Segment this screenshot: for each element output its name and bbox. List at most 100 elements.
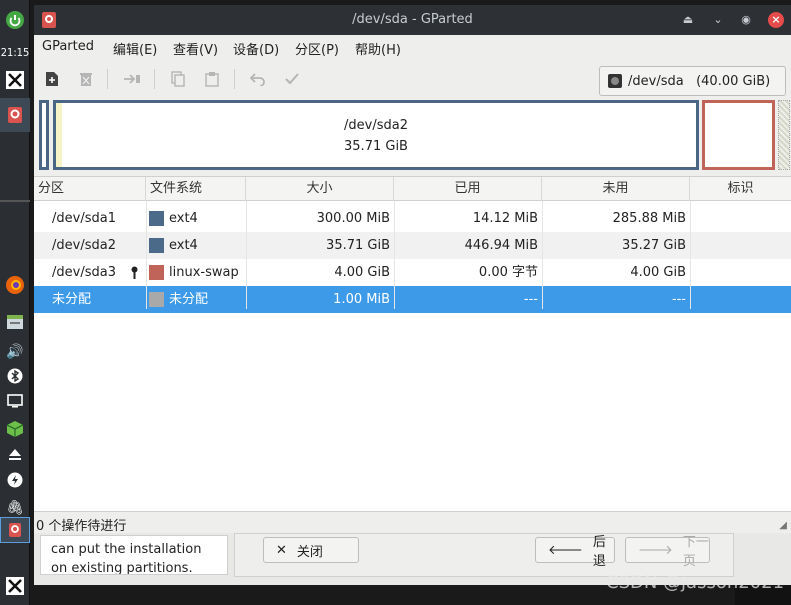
menu-help[interactable]: 帮助(H) [355, 39, 401, 58]
filesystem-color-swatch [149, 211, 164, 226]
partition-block-sda1[interactable] [39, 100, 49, 170]
table-row-selected[interactable]: 未分配 未分配 1.00 MiB --- --- [34, 286, 791, 313]
cell-unused: 35.27 GiB [622, 238, 686, 253]
power-manager-icon[interactable] [0, 472, 30, 488]
maximize-icon[interactable]: ◉ [738, 12, 754, 28]
installer-button-pane: ✕ 关闭 🡐 后退 🡒 下一页 [234, 533, 734, 577]
x-app-bottom-icon[interactable] [0, 576, 30, 596]
column-divider [394, 201, 395, 309]
filesystem-color-swatch [149, 238, 164, 253]
display-icon[interactable] [0, 394, 30, 408]
clip-icon[interactable]: 🖇 [0, 498, 30, 518]
eject-icon[interactable] [0, 446, 30, 462]
title-bar[interactable]: /dev/sda - GParted ⏏ ⌄ ◉ × [34, 5, 791, 35]
column-header-filesystem[interactable]: 文件系统 [146, 177, 246, 201]
undo-icon[interactable] [246, 68, 270, 90]
toolbar-separator [107, 69, 108, 89]
cell-size: 35.71 GiB [326, 238, 390, 253]
firefox-icon[interactable] [0, 275, 30, 295]
minimize-icon[interactable]: ⏏ [680, 12, 696, 28]
close-window-button[interactable]: × [768, 12, 784, 28]
apply-icon[interactable] [280, 68, 304, 90]
partition-map: /dev/sda2 35.71 GiB [34, 98, 791, 176]
disk-icon [608, 74, 622, 88]
gparted-taskbar-icon[interactable] [0, 98, 30, 132]
cell-used: 0.00 字节 [478, 265, 538, 280]
cell-filesystem: linux-swap [169, 265, 239, 280]
column-header-unused[interactable]: 未用 [542, 177, 690, 201]
package-icon[interactable] [0, 420, 30, 438]
cell-partition: /dev/sda1 [52, 211, 116, 226]
column-header-flags[interactable]: 标识 [690, 177, 791, 201]
partition-table: 分区 文件系统 大小 已用 未用 标识 /dev/sda1 ext4 300.0… [34, 176, 791, 511]
installer-info-line: on existing partitions. [51, 561, 193, 575]
cell-partition: 未分配 [52, 292, 92, 307]
column-header-used[interactable]: 已用 [394, 177, 542, 201]
cell-unused: 4.00 GiB [630, 265, 686, 280]
cell-partition: /dev/sda3 [52, 265, 116, 280]
back-button[interactable]: 🡐 后退 [535, 535, 615, 569]
paste-icon[interactable] [200, 68, 224, 90]
partition-block-sda3[interactable] [702, 100, 775, 170]
menu-view[interactable]: 查看(V) [173, 39, 218, 58]
cell-size: 4.00 GiB [334, 265, 390, 280]
close-button[interactable]: ✕ 关闭 [263, 537, 359, 563]
bluetooth-icon[interactable] [0, 368, 30, 384]
close-button-label: 关闭 [296, 544, 323, 560]
column-divider [690, 201, 691, 309]
cell-filesystem: ext4 [169, 238, 198, 253]
table-row[interactable]: /dev/sda3 linux-swap 4.00 GiB 0.00 字节 4.… [34, 259, 791, 286]
watermark: CSDN @jasson2021 [606, 572, 785, 593]
menu-gparted[interactable]: GParted [42, 39, 94, 54]
taskbar: 21:15 🔊 🖇 [0, 0, 30, 605]
volume-icon[interactable]: 🔊 [0, 342, 30, 362]
gparted-active-icon[interactable] [0, 517, 30, 543]
cell-unused: --- [671, 292, 686, 307]
gparted-window: /dev/sda - GParted ⏏ ⌄ ◉ × GParted 编辑(E)… [34, 5, 791, 585]
cell-unused: 285.88 MiB [612, 211, 686, 226]
files-icon[interactable] [0, 313, 30, 331]
partition-block-size: 35.71 GiB [344, 139, 408, 154]
device-selector[interactable]: /dev/sda (40.00 GiB) [599, 66, 786, 96]
partition-block-label: /dev/sda2 [344, 118, 408, 133]
restore-icon[interactable]: ⌄ [710, 12, 726, 28]
filesystem-color-swatch [149, 265, 164, 280]
partition-block-unallocated[interactable] [778, 100, 790, 170]
menu-device[interactable]: 设备(D) [233, 39, 279, 58]
x-app-icon[interactable] [0, 70, 30, 90]
column-header-partition[interactable]: 分区 [34, 177, 146, 201]
menu-partition[interactable]: 分区(P) [295, 39, 339, 58]
back-arrow-icon: 🡐 [548, 543, 583, 558]
column-header-size[interactable]: 大小 [246, 177, 394, 201]
installer-info-line: can put the installation [51, 542, 202, 557]
table-row[interactable]: /dev/sda1 ext4 300.00 MiB 14.12 MiB 285.… [34, 205, 791, 232]
cell-partition: /dev/sda2 [52, 238, 116, 253]
window-title: /dev/sda - GParted [352, 12, 473, 27]
device-selector-label: /dev/sda (40.00 GiB) [628, 73, 771, 89]
cell-used: 14.12 MiB [472, 211, 538, 226]
installer-info-text: can put the installation on existing par… [40, 535, 228, 575]
partition-block-sda2[interactable]: /dev/sda2 35.71 GiB [53, 100, 699, 170]
column-divider [246, 201, 247, 309]
used-space-fill [56, 103, 62, 167]
copy-icon[interactable] [166, 68, 190, 90]
menu-edit[interactable]: 编辑(E) [113, 39, 157, 58]
next-button[interactable]: 🡒 下一页 [625, 535, 710, 569]
next-button-label: 下一页 [682, 535, 709, 569]
toolbar: /dev/sda (40.00 GiB) [34, 60, 791, 98]
resize-move-icon[interactable] [120, 68, 144, 90]
cell-size: 300.00 MiB [316, 211, 390, 226]
new-icon[interactable] [40, 68, 64, 90]
table-row[interactable]: /dev/sda2 ext4 35.71 GiB 446.94 MiB 35.2… [34, 232, 791, 259]
table-header: 分区 文件系统 大小 已用 未用 标识 [34, 177, 791, 201]
back-button-label: 后退 [592, 535, 606, 569]
cell-filesystem: 未分配 [169, 292, 209, 307]
resize-grip-icon[interactable]: ◢ [779, 520, 787, 531]
next-arrow-icon: 🡒 [638, 543, 673, 558]
pending-operations-label: 0 个操作待进行 [36, 519, 127, 534]
power-icon[interactable] [0, 10, 30, 30]
delete-icon[interactable] [74, 68, 98, 90]
clock[interactable]: 21:15 [0, 44, 30, 60]
filesystem-color-swatch [149, 292, 164, 307]
menu-bar: GParted 编辑(E) 查看(V) 设备(D) 分区(P) 帮助(H) [34, 35, 791, 60]
